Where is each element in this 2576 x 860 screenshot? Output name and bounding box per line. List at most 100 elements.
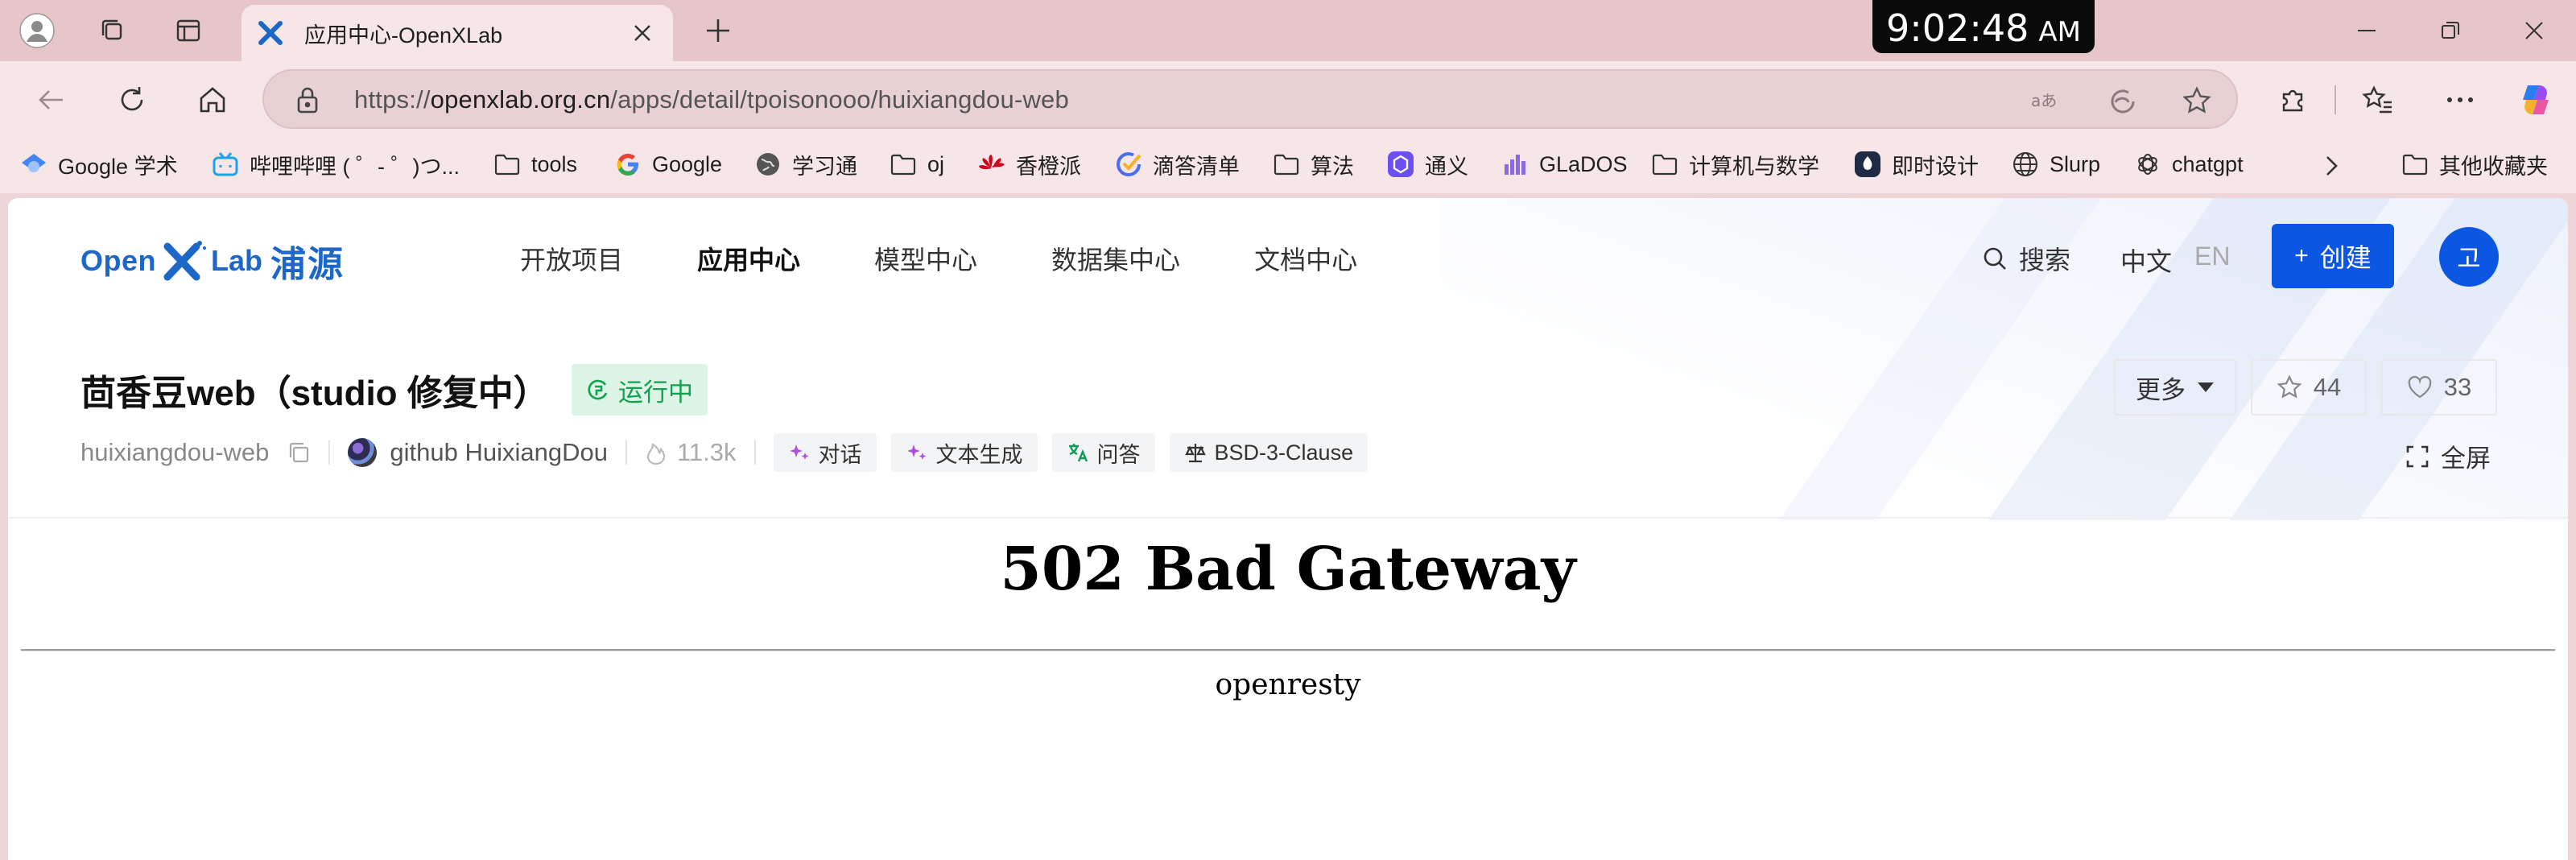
logo-open-text: Open: [80, 244, 157, 277]
bookmark-label: 计算机与数学: [1689, 154, 1819, 179]
folder-icon: [493, 150, 522, 179]
globe-icon: [753, 150, 782, 179]
openxlab-logo[interactable]: Open Lab 浦源: [80, 235, 345, 287]
tag-qa[interactable]: 问答: [1051, 433, 1155, 472]
bookmark-slurp[interactable]: Slurp: [2011, 147, 2100, 182]
bookmarks-bar: Google 学术 哔哩哔哩 ( ゜- ゜)つ... tools Google …: [0, 137, 2576, 193]
arrow-left-icon: [39, 90, 63, 110]
read-aloud-icon[interactable]: aあ: [2027, 82, 2064, 119]
nav-docs-center[interactable]: 文档中心: [1254, 240, 1357, 277]
minimize-button[interactable]: [2326, 0, 2407, 61]
bookmark-cs-math[interactable]: 计算机与数学: [1650, 147, 1819, 182]
restore-button[interactable]: [2410, 0, 2491, 61]
bookmark-google-scholar[interactable]: Google 学术: [19, 147, 178, 182]
more-options-icon[interactable]: [2436, 76, 2484, 124]
logo-cn-text: 浦源: [270, 245, 345, 284]
bookmark-orangepi[interactable]: 香橙派: [977, 147, 1081, 182]
bookmarks-overflow-icon[interactable]: [2315, 150, 2347, 182]
logo-lab-text: Lab: [211, 244, 263, 277]
bookmark-tools[interactable]: tools: [493, 147, 577, 182]
bookmark-jsdesign[interactable]: 即时设计: [1853, 147, 1979, 182]
status-badge: 运行中: [572, 364, 708, 416]
copilot-icon[interactable]: [2512, 76, 2560, 124]
logo-x-icon: [161, 238, 207, 283]
search-label: 搜索: [2019, 246, 2071, 275]
search-button[interactable]: 搜索: [1982, 240, 2070, 277]
globe-icon: [2011, 150, 2040, 179]
minimize-icon: [2358, 30, 2376, 31]
tag-chat[interactable]: 对话: [773, 433, 877, 472]
sparkle-icon: [906, 441, 928, 464]
language-en[interactable]: EN: [2194, 242, 2230, 271]
active-tab[interactable]: 应用中心-OpenXLab: [242, 5, 673, 61]
bookmark-glados[interactable]: GLaDOS: [1501, 147, 1628, 182]
error-title: 502 Bad Gateway: [1000, 535, 1576, 604]
create-button[interactable]: + 创建: [2272, 224, 2394, 288]
plus-icon: [707, 19, 729, 42]
copy-icon[interactable]: [287, 440, 311, 465]
favorites-icon[interactable]: [2354, 76, 2402, 124]
bookmark-bilibili[interactable]: 哔哩哔哩 ( ゜- ゜)つ...: [211, 147, 460, 182]
address-bar[interactable]: https://openxlab.org.cn/apps/detail/tpoi…: [262, 69, 2238, 129]
url-path: /apps/detail/tpoisonooo/huixiangdou-web: [610, 85, 1069, 114]
app-slug: huixiangdou-web: [80, 438, 270, 466]
back-button[interactable]: [27, 76, 76, 124]
more-dropdown[interactable]: 更多: [2114, 359, 2236, 416]
user-avatar[interactable]: 고: [2439, 227, 2499, 287]
profile-button[interactable]: [14, 8, 60, 53]
owner-name[interactable]: github HuixiangDou: [390, 438, 608, 467]
nav-open-projects[interactable]: 开放项目: [520, 240, 623, 277]
create-label: 创建: [2319, 243, 2372, 272]
tag-license[interactable]: BSD-3-Clause: [1169, 433, 1368, 472]
edge-sync-icon[interactable]: [2104, 82, 2141, 119]
bookmark-label: chatgpt: [2172, 151, 2244, 176]
tag-text-generation[interactable]: 文本生成: [890, 433, 1038, 472]
bookmark-label: 滴答清单: [1153, 154, 1240, 179]
bookmark-algorithm[interactable]: 算法: [1272, 147, 1354, 182]
fire-icon: [645, 440, 667, 465]
meta-divider: [753, 440, 756, 465]
like-button[interactable]: 33: [2381, 359, 2497, 416]
extensions-icon[interactable]: [2268, 76, 2317, 124]
tab-close-icon[interactable]: [626, 17, 658, 49]
tab-actions-button[interactable]: [90, 8, 135, 53]
nav-dataset-center[interactable]: 数据集中心: [1051, 240, 1180, 277]
bookmark-other-favorites[interactable]: 其他收藏夹: [2401, 147, 2548, 182]
close-icon: [2525, 22, 2543, 39]
bookmark-tongyi[interactable]: 通义: [1386, 147, 1468, 182]
star-outline-icon[interactable]: [2178, 82, 2215, 119]
vertical-tabs-button[interactable]: [166, 8, 211, 53]
google-scholar-icon: [19, 150, 48, 179]
caret-down-icon: [2197, 382, 2215, 393]
bookmark-label: oj: [927, 151, 945, 176]
language-zh[interactable]: 中文: [2120, 242, 2172, 279]
web-page: Open Lab 浦源 开放项目 应用中心 模型中心 数据集中心 文档中心 搜索…: [8, 198, 2568, 860]
meta-divider: [625, 440, 627, 465]
tag-label: 问答: [1096, 442, 1141, 467]
fullscreen-button[interactable]: 全屏: [2405, 438, 2491, 474]
home-button[interactable]: [188, 76, 237, 124]
window-close-button[interactable]: [2494, 0, 2574, 61]
bookmark-google[interactable]: Google: [613, 147, 722, 182]
clock-overlay: 9:02:48 AM: [1872, 0, 2095, 53]
bookmark-oj[interactable]: oj: [889, 147, 944, 182]
vertical-tabs-icon: [176, 19, 200, 42]
tag-label: 文本生成: [935, 442, 1023, 467]
browser-tab-strip: 应用中心-OpenXLab 9:02:48 AM: [0, 0, 2576, 61]
nav-model-center[interactable]: 模型中心: [874, 240, 977, 277]
star-button[interactable]: 44: [2251, 359, 2367, 416]
folder-icon: [2401, 150, 2429, 179]
clock-time: 9:02:48: [1886, 6, 2029, 50]
new-tab-button[interactable]: [696, 8, 741, 53]
bookmark-chatgpt[interactable]: chatgpt: [2133, 147, 2244, 182]
sparkle-icon: [788, 441, 811, 464]
bookmark-xuexitong[interactable]: 学习通: [753, 147, 857, 182]
bookmark-ticktick[interactable]: 滴答清单: [1114, 147, 1240, 182]
translate-icon: [1067, 441, 1089, 464]
home-icon: [200, 87, 225, 113]
nav-app-center[interactable]: 应用中心: [697, 240, 800, 277]
view-count: 11.3k: [645, 438, 737, 467]
reload-button[interactable]: [108, 76, 156, 124]
browser-toolbar: https://openxlab.org.cn/apps/detail/tpoi…: [0, 61, 2576, 137]
glados-icon: [1501, 150, 1530, 179]
